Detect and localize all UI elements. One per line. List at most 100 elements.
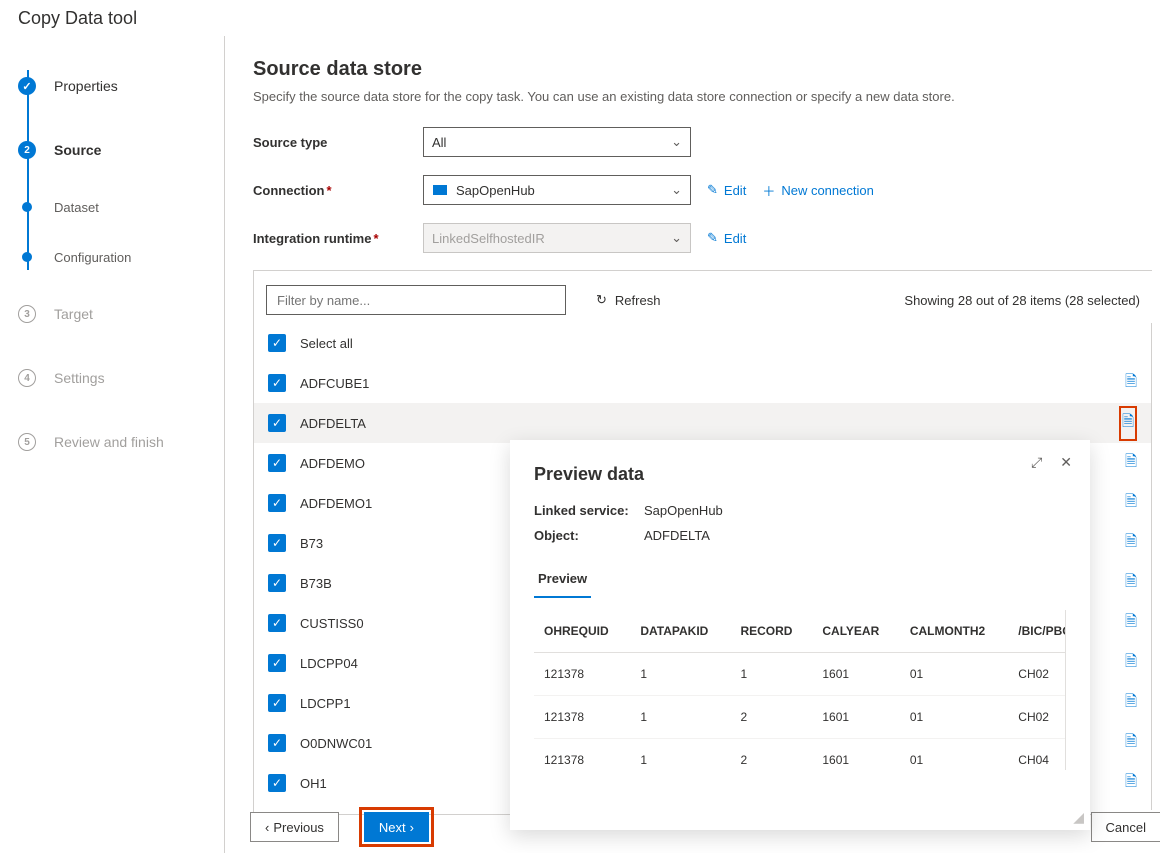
pencil-icon: ✎ (707, 182, 718, 198)
new-connection-link[interactable]: ＋ New connection (762, 181, 874, 200)
integration-runtime-select[interactable]: LinkedSelfhostedIR ⌄ (423, 223, 691, 253)
page-desc: Specify the source data store for the co… (253, 89, 1152, 104)
dataset-row[interactable]: ✓ ADFCUBE1🗎 (254, 363, 1151, 403)
checkbox[interactable]: ✓ (268, 374, 286, 392)
wizard-sidebar: Properties 2 Source Dataset Configuration 3 Ta… (0, 36, 225, 853)
step-indicator: 4 (18, 369, 36, 387)
preview-title: Preview data (534, 464, 1066, 485)
step-indicator (22, 202, 32, 212)
table-cell: 121378 (534, 653, 630, 696)
step-properties[interactable]: Properties (18, 54, 224, 118)
checkbox[interactable]: ✓ (268, 334, 286, 352)
table-cell: 1 (630, 653, 730, 696)
column-header: OHREQUID (534, 610, 630, 653)
source-type-row: Source type All ⌄ (253, 126, 1152, 158)
step-source[interactable]: 2 Source (18, 118, 224, 182)
chevron-down-icon: ⌄ (671, 230, 682, 246)
plus-icon: ＋ (762, 181, 775, 200)
preview-icon[interactable]: 🗎 (1125, 571, 1137, 596)
step-indicator: 5 (18, 433, 36, 451)
next-button[interactable]: Next › (364, 812, 429, 842)
checkbox[interactable]: ✓ (268, 534, 286, 552)
filter-input[interactable] (266, 285, 566, 315)
preview-icon[interactable]: 🗎 (1125, 691, 1137, 716)
chevron-down-icon: ⌄ (671, 134, 682, 150)
step-label: Target (54, 306, 93, 322)
source-type-value: All (432, 135, 446, 150)
table-row: 12137812160101CH02AN (534, 696, 1066, 739)
checkbox[interactable]: ✓ (268, 774, 286, 792)
checkbox[interactable]: ✓ (268, 614, 286, 632)
checkbox[interactable]: ✓ (268, 574, 286, 592)
linked-service-label: Linked service: (534, 503, 644, 518)
integration-runtime-row: Integration runtime* LinkedSelfhostedIR … (253, 222, 1152, 254)
preview-icon[interactable]: 🗎 (1125, 491, 1137, 516)
table-cell: 121378 (534, 739, 630, 771)
checkbox[interactable]: ✓ (268, 494, 286, 512)
preview-popup: ⤢ ✕ Preview data Linked service: SapOpen… (510, 440, 1090, 830)
connection-select[interactable]: SapOpenHub ⌄ (423, 175, 691, 205)
close-icon[interactable]: ✕ (1060, 454, 1072, 471)
refresh-button[interactable]: ↻ Refresh (596, 292, 660, 308)
preview-icon[interactable]: 🗎 (1125, 611, 1137, 636)
edit-connection-link[interactable]: ✎ Edit (707, 182, 746, 198)
preview-tab[interactable]: Preview (534, 561, 591, 598)
step-indicator (18, 77, 36, 95)
table-cell: 2 (730, 739, 812, 771)
table-cell: 1 (630, 696, 730, 739)
preview-icon[interactable]: 🗎 (1125, 651, 1137, 676)
table-cell: 121378 (534, 696, 630, 739)
cancel-button[interactable]: Cancel (1091, 812, 1160, 842)
expand-icon[interactable]: ⤢ (1031, 454, 1042, 471)
checkbox[interactable]: ✓ (268, 414, 286, 432)
column-header: DATAPAKID (630, 610, 730, 653)
source-type-select[interactable]: All ⌄ (423, 127, 691, 157)
checkbox[interactable]: ✓ (268, 654, 286, 672)
connection-type-icon (432, 184, 448, 196)
step-dataset[interactable]: Dataset (18, 182, 224, 232)
resize-handle[interactable]: ◢ (1073, 809, 1084, 826)
step-configuration[interactable]: Configuration (18, 232, 224, 282)
preview-icon[interactable]: 🗎 (1119, 406, 1137, 441)
select-all-row[interactable]: ✓Select all (254, 323, 1151, 363)
step-label: Properties (54, 78, 118, 94)
integration-runtime-value: LinkedSelfhostedIR (432, 231, 545, 246)
step-label: Configuration (54, 250, 131, 265)
step-indicator: 2 (18, 141, 36, 159)
connection-label: Connection* (253, 183, 423, 198)
dataset-name: ADFCUBE1 (300, 376, 1125, 391)
item-count-text: Showing 28 out of 28 items (28 selected) (904, 293, 1140, 308)
table-row: 12137812160101CH04AN (534, 739, 1066, 771)
linked-service-value: SapOpenHub (644, 503, 723, 518)
object-label: Object: (534, 528, 644, 543)
preview-icon[interactable]: 🗎 (1125, 771, 1137, 796)
app-title: Copy Data tool (18, 8, 137, 29)
step-review-and-finish[interactable]: 5Review and finish (18, 410, 224, 474)
table-cell: 1601 (812, 696, 899, 739)
step-label: Dataset (54, 200, 99, 215)
checkbox[interactable]: ✓ (268, 694, 286, 712)
preview-icon[interactable]: 🗎 (1125, 531, 1137, 556)
table-row: 12137811160101CH02AN (534, 653, 1066, 696)
dataset-name: ADFDELTA (300, 416, 1119, 431)
table-cell: CH02 (1008, 653, 1066, 696)
checkbox[interactable]: ✓ (268, 734, 286, 752)
step-indicator: 3 (18, 305, 36, 323)
table-cell: 1601 (812, 739, 899, 771)
step-label: Source (54, 142, 101, 158)
table-cell: 01 (900, 653, 1008, 696)
dataset-row[interactable]: ✓ ADFDELTA🗎 (254, 403, 1151, 443)
edit-runtime-link[interactable]: ✎ Edit (707, 230, 746, 246)
column-header: CALMONTH2 (900, 610, 1008, 653)
table-cell: 1 (730, 653, 812, 696)
preview-icon[interactable]: 🗎 (1125, 371, 1137, 396)
step-label: Settings (54, 370, 105, 386)
preview-icon[interactable]: 🗎 (1125, 451, 1137, 476)
step-target[interactable]: 3 Target (18, 282, 224, 346)
preview-icon[interactable]: 🗎 (1125, 731, 1137, 756)
previous-button[interactable]: ‹ Previous (250, 812, 339, 842)
checkbox[interactable]: ✓ (268, 454, 286, 472)
step-settings[interactable]: 4 Settings (18, 346, 224, 410)
connection-value: SapOpenHub (456, 183, 535, 198)
table-cell: 2 (730, 696, 812, 739)
